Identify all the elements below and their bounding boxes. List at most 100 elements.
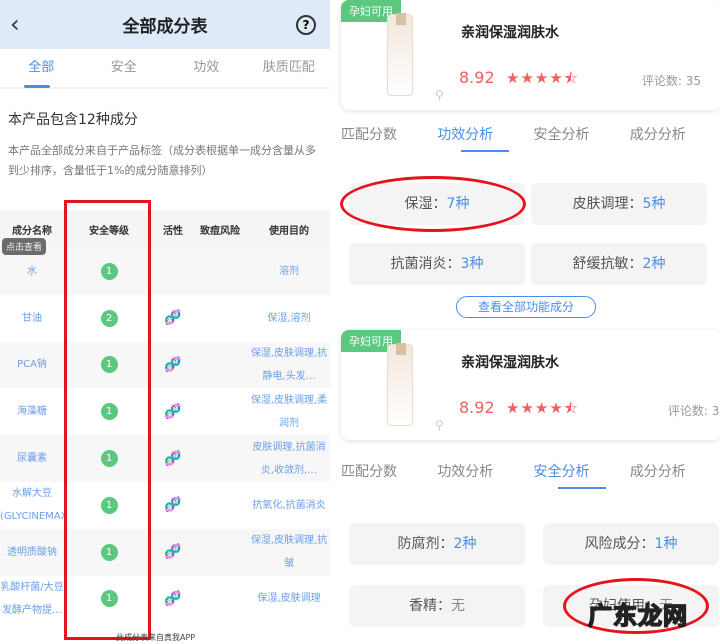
description: 本产品全部成分来自于产品标签（成分表根据单一成分含量从多到少排序，含量低于1%的… (8, 144, 316, 177)
footer-note: 此成分表来自真我APP (116, 633, 196, 642)
col-purpose: 使用目的 (269, 225, 309, 237)
ingredient-name[interactable]: 海藻糖 (0, 400, 64, 423)
chip-value: 2种 (453, 536, 477, 552)
chip-value: 2种 (642, 256, 666, 272)
analysis-tabs: 匹配分数 功效分析 安全分析 成分分析 (335, 461, 720, 489)
tab-safety[interactable]: 安全 (83, 48, 166, 88)
purpose: 保湿,皮肤调理 (257, 593, 321, 605)
review-count: 评论数: 35 (641, 74, 701, 88)
ingredient-name[interactable]: 尿囊素 (0, 447, 64, 470)
active-cell: 🧬 (154, 497, 192, 513)
tab-safety-analysis[interactable]: 安全分析 (528, 461, 624, 489)
highlight-box (64, 200, 151, 640)
tab-all[interactable]: 全部 (0, 48, 83, 88)
table-row[interactable]: PCA钠 1 🧬 保湿,皮肤调理,抗静电,头发… (0, 341, 330, 389)
product-analysis-screen: 孕妇可用 亲润保湿润肤水 8.92 ★★★★⯪ 评论数: 35 ⚲ 匹配分数 功… (335, 0, 720, 644)
table-row[interactable]: 水 1 溶剂 (0, 248, 330, 295)
chip-label: 抗菌消炎： (390, 256, 461, 272)
chip-value: 3种 (460, 256, 484, 272)
dna-icon: 🧬 (164, 450, 182, 467)
header: ‹ 全部成分表 ? (0, 0, 330, 49)
product-score: 8.92 (459, 398, 495, 417)
tab-safety-analysis[interactable]: 安全分析 (528, 124, 624, 144)
product-name: 亲润保湿润肤水 (461, 355, 559, 371)
safety-chip[interactable]: 防腐剂：2种 (349, 523, 525, 565)
search-icon: ⚲ (435, 418, 444, 432)
chip-label: 舒缓抗敏： (572, 256, 643, 272)
purpose: 溶剂 (279, 265, 299, 277)
safety-chip[interactable]: 风险成分：1种 (543, 523, 719, 565)
active-cell: 🧬 (154, 404, 192, 420)
back-icon[interactable]: ‹ (10, 10, 20, 38)
tab-efficacy-analysis[interactable]: 功效分析 (431, 124, 527, 152)
product-card[interactable]: 孕妇可用 亲润保湿润肤水 8.92 ★★★★⯪ 评论数: 35 ⚲ (341, 330, 720, 440)
tab-bar: 全部 安全 功效 肤质匹配 (0, 49, 330, 89)
chip-label: 香精： (409, 598, 451, 614)
tab-efficacy-analysis[interactable]: 功效分析 (431, 461, 527, 481)
purpose: 保湿,皮肤调理,抗皱 (250, 535, 328, 570)
ingredient-name[interactable]: 乳酸杆菌/大豆发酵产物提… (0, 576, 64, 622)
ingredient-name[interactable]: 水 (0, 260, 64, 283)
col-name: 成分名称 (12, 225, 52, 237)
tab-skin-match[interactable]: 肤质匹配 (248, 48, 331, 88)
tab-match-score[interactable]: 匹配分数 (335, 461, 431, 481)
efficacy-chip[interactable]: 抗菌消炎：3种 (349, 243, 525, 285)
rating-stars: ★★★★⯪ (506, 399, 579, 417)
ingredient-list-screen: ‹ 全部成分表 ? 全部 安全 功效 肤质匹配 本产品包含12种成分 本产品全部… (0, 0, 330, 644)
table-header: 成分名称 安全等级 活性 致痘风险 使用目的 (0, 210, 330, 248)
efficacy-chip[interactable]: 舒缓抗敏：2种 (531, 243, 707, 285)
watermark: 广东龙网 (587, 601, 688, 631)
purpose: 保湿,溶剂 (267, 312, 311, 324)
table-row[interactable]: 海藻糖 1 🧬 保湿,皮肤调理,柔润剂 (0, 388, 330, 435)
ingredient-count: 本产品包含12种成分 (8, 112, 138, 128)
purpose: 保湿,皮肤调理,柔润剂 (250, 394, 328, 429)
product-score: 8.92 (459, 68, 495, 87)
tooltip: 点击查看 (2, 238, 47, 255)
review-count: 评论数: 35 (667, 404, 720, 418)
table-row[interactable]: 透明质酸钠 1 🧬 保湿,皮肤调理,抗皱 (0, 528, 330, 576)
efficacy-chip[interactable]: 皮肤调理：5种 (531, 183, 707, 225)
table-row[interactable]: 甘油 2 🧬 保湿,溶剂 (0, 295, 330, 342)
col-active: 活性 (163, 225, 183, 237)
col-acne: 致痘风险 (200, 225, 240, 237)
product-card[interactable]: 孕妇可用 亲润保湿润肤水 8.92 ★★★★⯪ 评论数: 35 ⚲ (341, 0, 720, 110)
ingredient-name[interactable]: 水解大豆(GLYCINEMAX)… (0, 482, 64, 528)
chip-value: 1种 (654, 536, 678, 552)
product-image (387, 343, 413, 426)
view-all-functions-button[interactable]: 查看全部功能成分 (456, 296, 596, 318)
tab-match-score[interactable]: 匹配分数 (335, 124, 431, 144)
tab-ingredient-analysis[interactable]: 成分分析 (624, 124, 720, 144)
chip-label: 风险成分： (584, 536, 655, 552)
dna-icon: 🧬 (164, 403, 182, 420)
rating-stars: ★★★★⯪ (506, 69, 579, 87)
active-cell: 🧬 (154, 357, 192, 373)
chip-value: 无 (451, 598, 465, 614)
active-cell: 🧬 (154, 310, 192, 326)
dna-icon: 🧬 (164, 310, 182, 327)
tab-efficacy[interactable]: 功效 (165, 48, 248, 88)
active-cell: 🧬 (154, 591, 192, 607)
active-cell: 🧬 (154, 544, 192, 560)
purpose: 抗氧化,抗菌消炎 (252, 499, 326, 511)
table-row[interactable]: 尿囊素 1 🧬 皮肤调理,抗菌消炎,收敛剂,… (0, 435, 330, 482)
chip-label: 皮肤调理： (572, 196, 643, 212)
product-name: 亲润保湿润肤水 (461, 25, 559, 41)
product-image (387, 13, 413, 96)
dna-icon: 🧬 (164, 356, 182, 373)
purpose: 皮肤调理,抗菌消炎,收敛剂,… (252, 441, 326, 476)
tab-ingredient-analysis[interactable]: 成分分析 (624, 461, 720, 481)
safety-chip[interactable]: 香精：无 (349, 585, 525, 627)
chip-label: 防腐剂： (397, 536, 454, 552)
ingredient-name[interactable]: PCA钠 (0, 353, 64, 376)
highlight-ellipse (340, 176, 526, 232)
dna-icon: 🧬 (164, 497, 182, 514)
ingredient-name[interactable]: 透明质酸钠 (0, 541, 64, 564)
analysis-tabs: 匹配分数 功效分析 安全分析 成分分析 (335, 124, 720, 152)
help-icon[interactable]: ? (296, 15, 316, 35)
dna-icon: 🧬 (164, 590, 182, 607)
table-row[interactable]: 乳酸杆菌/大豆发酵产物提… 1 🧬 保湿,皮肤调理 (0, 576, 330, 623)
ingredient-name[interactable]: 甘油 (0, 307, 64, 330)
search-icon: ⚲ (435, 88, 444, 102)
table-row[interactable]: 水解大豆(GLYCINEMAX)… 1 🧬 抗氧化,抗菌消炎 (0, 482, 330, 529)
page-title: 全部成分表 (122, 17, 208, 37)
